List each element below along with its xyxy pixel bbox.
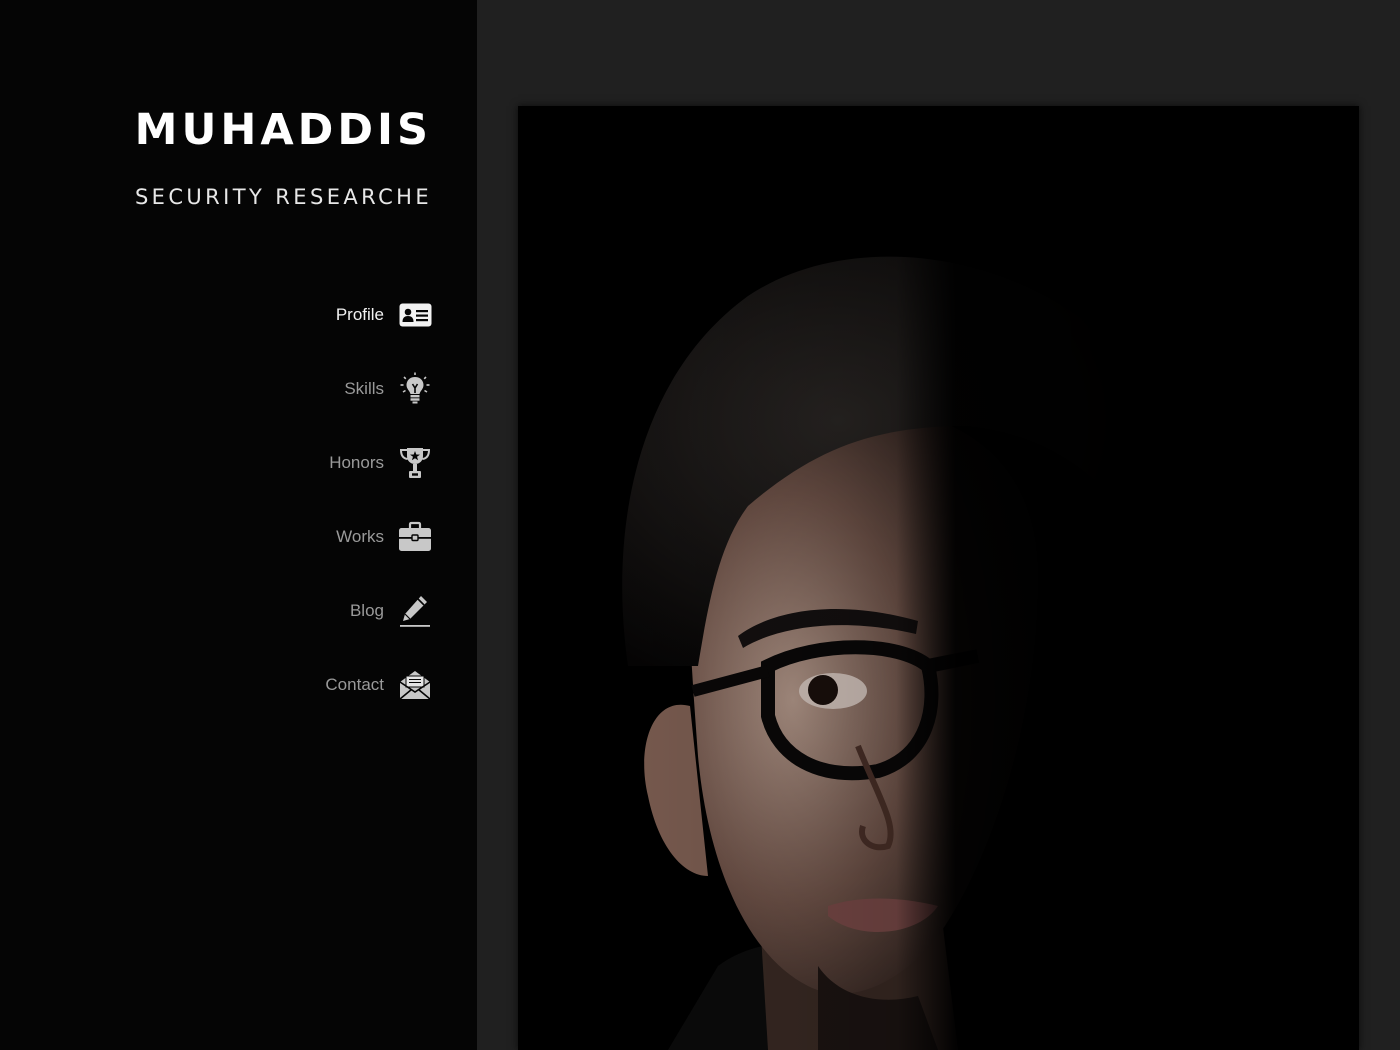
nav-item-label: Contact: [325, 675, 384, 694]
lightbulb-icon: [398, 372, 432, 406]
nav-item-label: Profile: [335, 305, 384, 324]
nav-item-contact[interactable]: Contact: [132, 666, 432, 704]
nav-item-label: Honors: [329, 453, 384, 472]
nav-item-label: Works: [336, 527, 384, 546]
sidebar: MUHADDIS SECURITY RESEARCHE Profile Skil…: [0, 0, 477, 1050]
brand-subtitle: SECURITY RESEARCHE: [134, 185, 432, 209]
nav-item-skills[interactable]: Skills: [132, 370, 432, 408]
nav-item-label: Skills: [344, 379, 384, 398]
profile-photo: [518, 106, 1359, 1050]
nav-item-label: Blog: [349, 601, 384, 620]
envelope-icon: [398, 668, 432, 702]
brand-name[interactable]: MUHADDIS: [135, 104, 432, 156]
main-content: [477, 0, 1400, 1050]
trophy-icon: [398, 446, 432, 480]
nav-item-works[interactable]: Works: [132, 518, 432, 556]
nav-item-profile[interactable]: Profile: [132, 296, 432, 334]
id-card-icon: [398, 298, 432, 332]
nav-item-blog[interactable]: Blog: [132, 592, 432, 630]
nav-item-honors[interactable]: Honors: [132, 444, 432, 482]
briefcase-icon: [398, 520, 432, 554]
main-nav: Profile Skills Honors Works Blog Contact: [132, 296, 432, 740]
pencil-icon: [398, 594, 432, 628]
